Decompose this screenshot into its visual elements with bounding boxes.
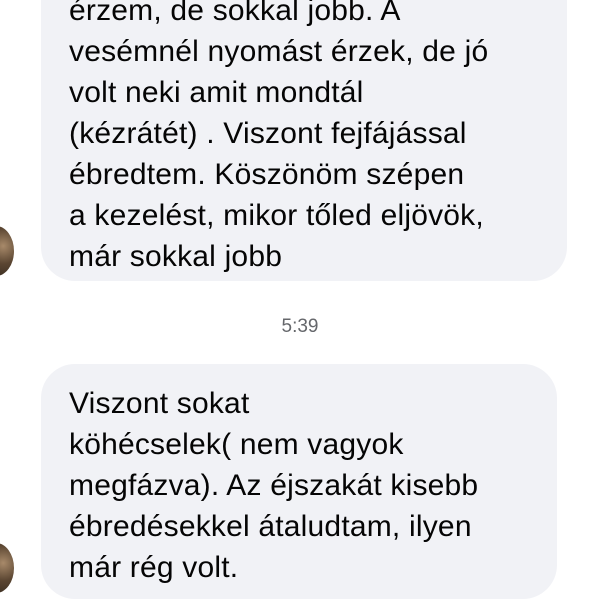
message-text: már sokkal jobb (69, 240, 283, 273)
message-text: (kézrátét) . Viszont fejfájással (69, 117, 467, 150)
message-text: volt neki amit mondtál (69, 76, 364, 109)
message-text: ébredésekkel átaludtam, ilyen (69, 510, 472, 543)
message-text: a kezelést, mikor tőled eljövök, (69, 199, 484, 232)
message-text: vesémnél nyomást érzek, de jó (69, 35, 489, 68)
avatar[interactable] (0, 543, 14, 593)
message-text: ébredtem. Köszönöm szépen (69, 158, 465, 191)
message-bubble[interactable]: érzem, de sokkal jobb. A vesémnél nyomás… (41, 0, 567, 281)
message-text: már rég volt. (69, 551, 239, 584)
message-text: érzem, de sokkal jobb. A (69, 0, 401, 27)
message-text: Viszont sokat (69, 387, 250, 420)
message-timestamp: 5:39 (281, 316, 319, 337)
message-text: megfázva). Az éjszakát kisebb (69, 469, 479, 502)
message-bubble[interactable]: Viszont sokat köhécselek( nem vagyok meg… (41, 364, 557, 599)
message-text: köhécselek( nem vagyok (69, 428, 404, 461)
avatar[interactable] (0, 226, 14, 276)
